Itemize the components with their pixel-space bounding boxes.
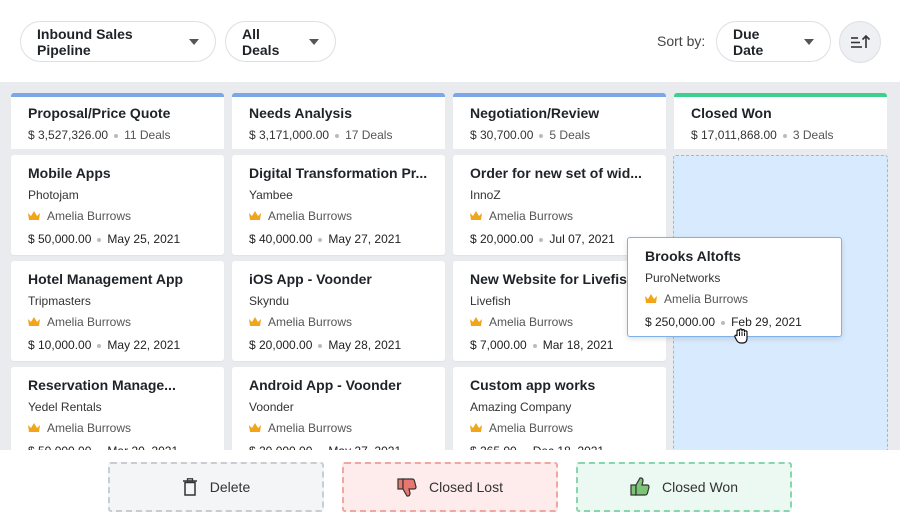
deal-company: PuroNetworks <box>645 271 721 285</box>
sort-direction-button[interactable] <box>839 21 881 63</box>
column-deal-count: 17 Deals <box>345 128 393 142</box>
deal-date: Mar 18, 2021 <box>542 338 614 352</box>
deal-name: Mobile Apps <box>28 165 111 181</box>
column-header-negotiation: Negotiation/Review $ 30,700.00 5 Deals <box>453 93 666 149</box>
pipeline-dropdown[interactable]: Inbound Sales Pipeline <box>20 21 216 62</box>
column-title: Needs Analysis <box>249 105 352 121</box>
column-amount: $ 3,171,000.00 <box>249 128 330 142</box>
crown-icon <box>28 211 40 220</box>
deal-name: Reservation Manage... <box>28 377 176 393</box>
deal-name: Hotel Management App <box>28 271 184 287</box>
pipeline-dropdown-label: Inbound Sales Pipeline <box>37 25 133 58</box>
sort-by-label: Sort by: <box>657 33 706 49</box>
chevron-down-icon <box>804 38 814 45</box>
column-deal-count: 3 Deals <box>792 128 834 142</box>
column-header-proposal: Proposal/Price Quote $ 3,527,326.00 11 De… <box>11 93 224 149</box>
column-amount: $ 3,527,326.00 <box>28 128 109 142</box>
deal-date: May 22, 2021 <box>107 338 181 352</box>
deal-owner: Amelia Burrows <box>664 292 749 306</box>
thumbs-up-icon <box>630 477 650 496</box>
sort-field-dropdown[interactable]: Due Date <box>716 21 831 62</box>
deals-filter-dropdown[interactable]: All Deals <box>225 21 336 62</box>
deal-owner: Amelia Burrows <box>47 209 132 223</box>
deal-card[interactable]: Digital Transformation Pr... Yambee Amel… <box>232 155 445 255</box>
deal-card[interactable]: Mobile Apps Photojam Amelia Burrows $ 50… <box>11 155 224 255</box>
deal-owner: Amelia Burrows <box>489 315 574 329</box>
deal-amount: $ 20,000.00 <box>249 338 313 352</box>
trash-icon <box>182 478 197 496</box>
deal-amount: $ 10,000.00 <box>28 338 92 352</box>
crown-icon <box>470 317 482 326</box>
deal-date: May 25, 2021 <box>107 232 181 246</box>
column-header-closed-won: Closed Won $ 17,011,868.00 3 Deals <box>674 93 887 149</box>
deal-date: May 28, 2021 <box>328 338 402 352</box>
deal-name: Brooks Altofts <box>645 248 741 264</box>
crown-icon <box>249 317 261 326</box>
deal-amount: $ 20,000.00 <box>470 232 534 246</box>
column-header-needs-analysis: Needs Analysis $ 3,171,000.00 17 Deals <box>232 93 445 149</box>
column-title: Proposal/Price Quote <box>28 105 171 121</box>
deal-company: Yambee <box>249 188 293 202</box>
deal-amount: $ 50,000.00 <box>28 232 92 246</box>
column-amount: $ 30,700.00 <box>470 128 534 142</box>
crown-icon <box>470 423 482 432</box>
delete-label: Delete <box>209 479 251 495</box>
deals-filter-label: All Deals <box>242 25 280 58</box>
deal-company: Yedel Rentals <box>28 400 102 414</box>
column-amount: $ 17,011,868.00 <box>691 128 777 142</box>
dragging-deal-card[interactable]: Brooks Altofts PuroNetworks Amelia Burro… <box>627 237 842 337</box>
crown-icon <box>249 423 261 432</box>
column-deal-count: 11 Deals <box>124 128 171 142</box>
deal-name: Digital Transformation Pr... <box>249 165 428 181</box>
thumbs-down-icon <box>397 478 417 497</box>
closed-won-label: Closed Won <box>661 479 738 495</box>
crown-icon <box>28 423 40 432</box>
closed-won-drop-target[interactable]: Closed Won <box>576 462 792 512</box>
deal-company: Photojam <box>28 188 79 202</box>
deal-owner: Amelia Burrows <box>47 421 132 435</box>
deal-company: Skyndu <box>249 294 290 308</box>
deal-date: May 27, 2021 <box>328 232 402 246</box>
deal-amount: $ 7,000.00 <box>470 338 527 352</box>
deal-date: Jul 07, 2021 <box>549 232 615 246</box>
deal-card[interactable]: iOS App - Voonder Skyndu Amelia Burrows … <box>232 261 445 361</box>
column-title: Closed Won <box>691 105 772 121</box>
crown-icon <box>470 211 482 220</box>
deal-company: Voonder <box>249 400 294 414</box>
deal-amount: $ 40,000.00 <box>249 232 313 246</box>
deal-name: iOS App - Voonder <box>249 271 372 287</box>
deal-name: New Website for Livefish <box>470 271 636 287</box>
closed-lost-drop-target[interactable]: Closed Lost <box>342 462 558 512</box>
column-title: Negotiation/Review <box>470 105 600 121</box>
closed-lost-label: Closed Lost <box>429 479 503 495</box>
sort-field-value: Due Date <box>733 25 764 58</box>
toolbar: Inbound Sales Pipeline All Deals Sort by… <box>0 0 900 82</box>
deal-owner: Amelia Burrows <box>47 315 132 329</box>
drag-action-bar: Delete Closed Lost Closed Won <box>0 450 900 525</box>
crown-icon <box>28 317 40 326</box>
column-deal-count: 5 Deals <box>549 128 591 142</box>
crown-icon <box>645 294 657 303</box>
grab-hand-icon <box>734 328 748 344</box>
deal-company: Amazing Company <box>470 400 572 414</box>
deal-owner: Amelia Burrows <box>268 209 353 223</box>
chevron-down-icon <box>309 38 319 45</box>
deal-name: Android App - Voonder <box>249 377 402 393</box>
deal-amount: $ 250,000.00 <box>645 315 716 329</box>
chevron-down-icon <box>189 38 199 45</box>
deal-owner: Amelia Burrows <box>268 315 353 329</box>
deal-name: Order for new set of wid... <box>470 165 642 181</box>
deal-card[interactable]: Hotel Management App Tripmasters Amelia … <box>11 261 224 361</box>
delete-drop-target[interactable]: Delete <box>108 462 324 512</box>
deal-company: InnoZ <box>470 188 501 202</box>
deal-owner: Amelia Burrows <box>489 421 574 435</box>
deal-owner: Amelia Burrows <box>489 209 574 223</box>
crown-icon <box>249 211 261 220</box>
deal-owner: Amelia Burrows <box>268 421 353 435</box>
deal-name: Custom app works <box>470 377 596 393</box>
deal-company: Livefish <box>470 294 511 308</box>
deal-company: Tripmasters <box>28 294 91 308</box>
sort-ascending-icon <box>851 34 870 48</box>
